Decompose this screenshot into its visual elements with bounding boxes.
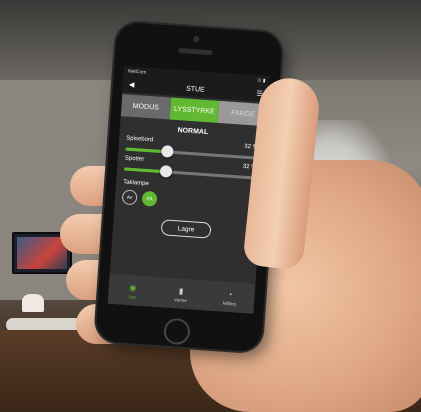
save-button[interactable]: Lagre <box>160 219 212 239</box>
bottom-nav-label: Varme <box>173 297 188 304</box>
table-lamp <box>22 294 44 312</box>
front-camera <box>193 35 200 43</box>
thermometer-icon: ▮ <box>178 286 184 296</box>
app-screen: NetCom ⊙ ▮ ◀ STUE ☰ MODUS LYSSTYRKE FARG… <box>107 66 270 314</box>
bottom-nav-varme[interactable]: ▮ Varme <box>174 284 188 303</box>
slider-label: Spisebord <box>126 135 154 144</box>
page-title: STUE <box>185 85 205 94</box>
status-icons: ⊙ ▮ <box>257 77 266 85</box>
slider-spotter: Spotter 32 % <box>117 155 264 180</box>
slider-label: Spotter <box>124 155 145 163</box>
lightbulb-icon: ◉ <box>129 282 137 293</box>
slider-knob[interactable] <box>161 145 175 158</box>
carrier-label: NetCom <box>127 68 147 76</box>
toggle-on-button[interactable]: PÅ <box>141 190 158 207</box>
bottom-nav-lys[interactable]: ◉ Lys <box>126 281 139 300</box>
bottom-nav-label: Måling <box>222 300 237 307</box>
toggle-off-button[interactable]: AV <box>121 189 138 206</box>
bottom-nav: ◉ Lys ▮ Varme ◔ Måling <box>107 273 256 314</box>
arrow-left-icon[interactable]: ◀ <box>129 81 135 89</box>
earpiece-speaker <box>178 47 213 56</box>
taklampe-toggle: Taklampe AV PÅ <box>115 179 262 214</box>
tab-modus[interactable]: MODUS <box>120 94 171 120</box>
room-photo: NetCom ⊙ ▮ ◀ STUE ☰ MODUS LYSSTYRKE FARG… <box>0 0 421 412</box>
tab-lysstyrke[interactable]: LYSSTYRKE <box>169 97 220 123</box>
gauge-icon: ◔ <box>227 289 233 299</box>
bottom-nav-label: Lys <box>128 294 136 300</box>
slider-knob[interactable] <box>159 164 173 178</box>
bottom-nav-maling[interactable]: ◔ Måling <box>222 288 237 307</box>
home-button[interactable] <box>163 317 191 346</box>
tv-screen <box>17 237 67 269</box>
